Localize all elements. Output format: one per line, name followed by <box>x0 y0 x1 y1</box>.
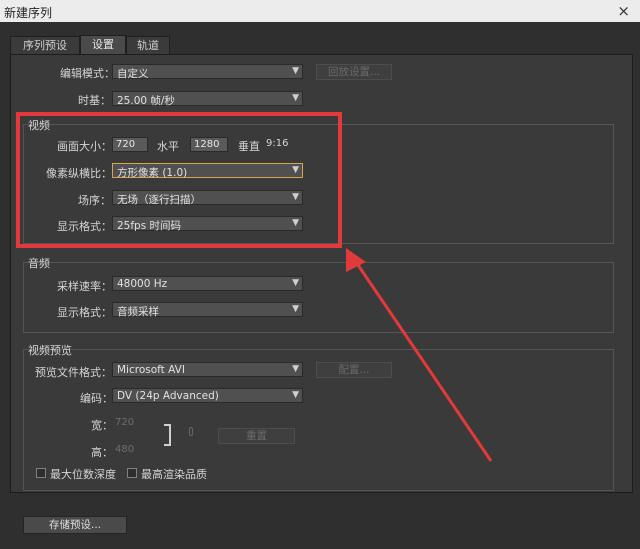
highlight-arrow-icon <box>346 248 493 462</box>
